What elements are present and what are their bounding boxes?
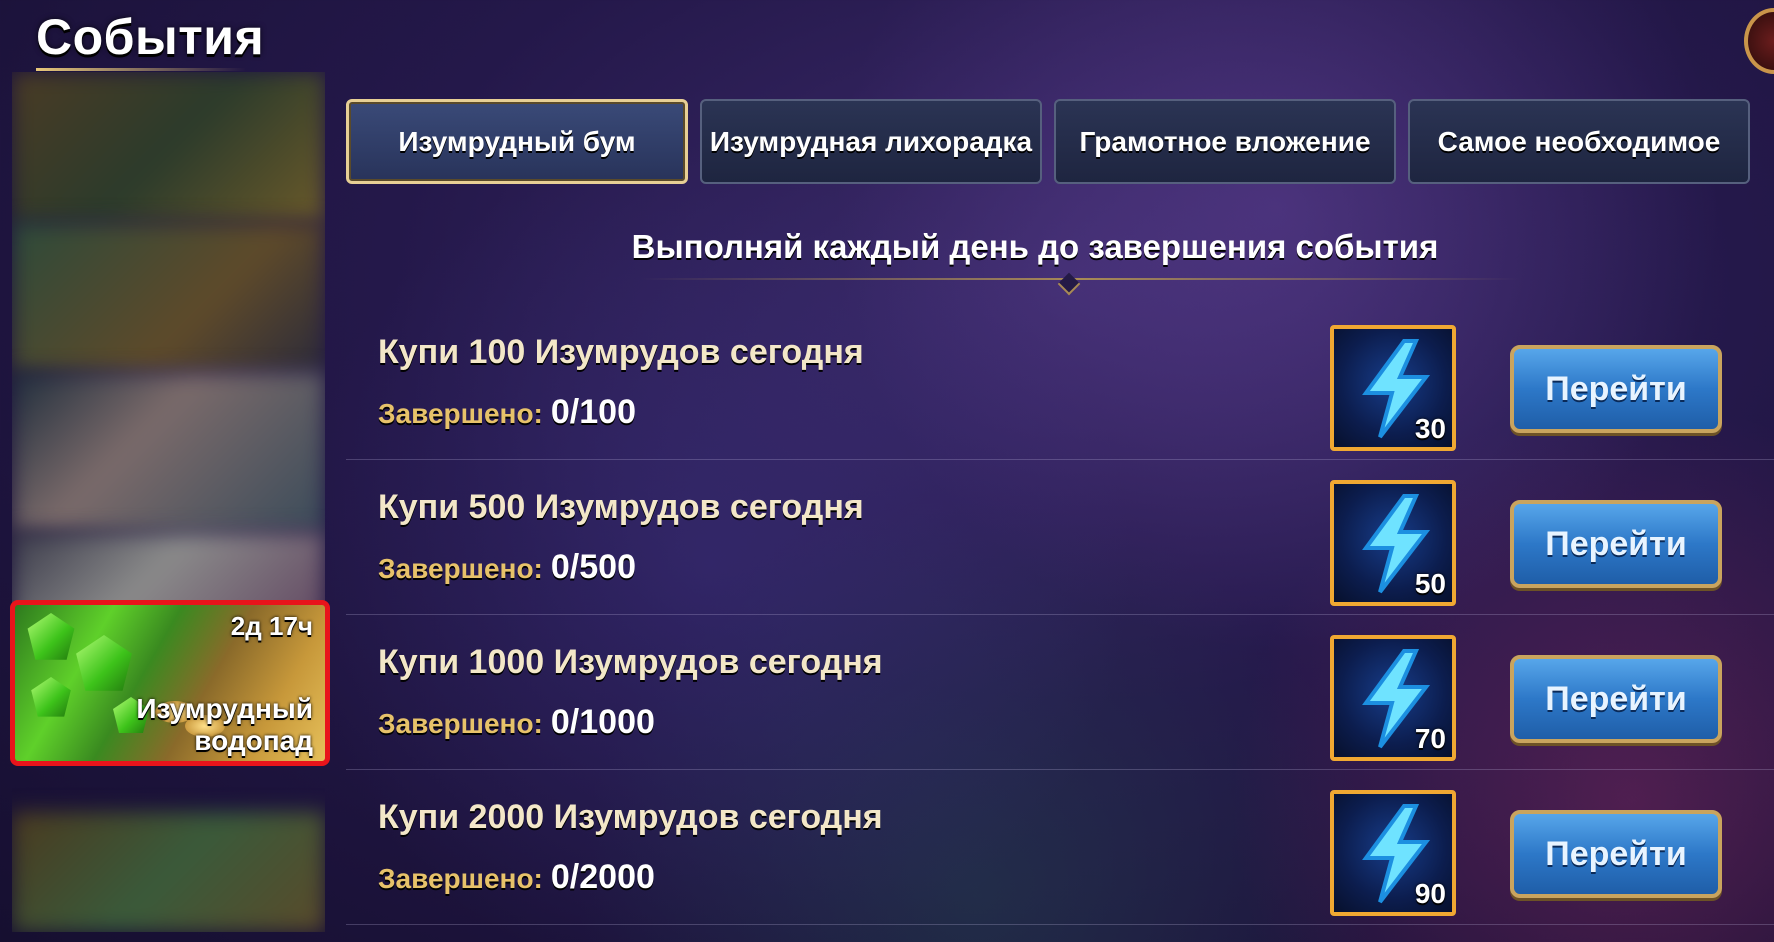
emerald-icon bbox=[31, 677, 71, 717]
tab-smart-investment[interactable]: Грамотное вложение bbox=[1054, 99, 1396, 184]
sidebar-event-emerald-waterfall[interactable]: 2д 17ч Изумрудный водопад bbox=[10, 600, 330, 766]
go-button[interactable]: Перейти bbox=[1510, 655, 1722, 743]
tab-emerald-boom[interactable]: Изумрудный бум bbox=[346, 99, 688, 184]
sidebar-event-tile[interactable] bbox=[12, 812, 325, 932]
reward-quantity: 70 bbox=[1414, 723, 1446, 754]
reward-slot[interactable]: 90 bbox=[1330, 790, 1456, 916]
tab-essentials[interactable]: Самое необходимое bbox=[1408, 99, 1750, 184]
reward-slot[interactable]: 30 bbox=[1330, 325, 1456, 451]
divider-arrow-icon bbox=[1057, 272, 1081, 296]
task-row: Купи 1000 Изумрудов сегодня Завершено: 0… bbox=[346, 615, 1774, 770]
task-progress: Завершено: 0/1000 bbox=[378, 703, 655, 742]
emerald-icon bbox=[76, 635, 132, 691]
progress-label: Завершено: bbox=[378, 553, 543, 584]
task-progress: Завершено: 0/500 bbox=[378, 548, 636, 587]
reward-quantity: 90 bbox=[1414, 878, 1446, 909]
progress-value: 0/500 bbox=[550, 548, 636, 586]
page-title: События bbox=[36, 9, 265, 65]
sidebar-event-tile[interactable] bbox=[12, 72, 325, 222]
event-timer: 2д 17ч bbox=[230, 611, 313, 641]
emerald-icon bbox=[27, 613, 75, 660]
task-title: Купи 500 Изумрудов сегодня bbox=[378, 488, 864, 526]
tab-emerald-rush[interactable]: Изумрудная лихорадка bbox=[700, 99, 1042, 184]
task-row: Купи 2000 Изумрудов сегодня Завершено: 0… bbox=[346, 770, 1774, 925]
task-title: Купи 2000 Изумрудов сегодня bbox=[378, 798, 883, 836]
event-sidebar bbox=[12, 72, 325, 932]
progress-value: 0/2000 bbox=[550, 858, 655, 896]
task-progress: Завершено: 0/2000 bbox=[378, 858, 655, 897]
task-row: Купи 100 Изумрудов сегодня Завершено: 0/… bbox=[346, 305, 1774, 460]
reward-quantity: 30 bbox=[1414, 413, 1446, 444]
task-row: Купи 500 Изумрудов сегодня Завершено: 0/… bbox=[346, 460, 1774, 615]
go-button[interactable]: Перейти bbox=[1510, 345, 1722, 433]
progress-label: Завершено: bbox=[378, 398, 543, 429]
progress-label: Завершено: bbox=[378, 708, 543, 739]
reward-quantity: 50 bbox=[1414, 568, 1446, 599]
reward-slot[interactable]: 70 bbox=[1330, 635, 1456, 761]
task-title: Купи 1000 Изумрудов сегодня bbox=[378, 643, 883, 681]
progress-value: 0/100 bbox=[550, 393, 636, 431]
go-button[interactable]: Перейти bbox=[1510, 810, 1722, 898]
progress-label: Завершено: bbox=[378, 863, 543, 894]
progress-value: 0/1000 bbox=[550, 703, 655, 741]
reward-slot[interactable]: 50 bbox=[1330, 480, 1456, 606]
event-name: Изумрудный водопад bbox=[136, 693, 313, 756]
title-underline bbox=[36, 68, 246, 71]
subtitle-divider bbox=[640, 278, 1520, 280]
section-subtitle: Выполняй каждый день до завершения событ… bbox=[631, 228, 1439, 265]
sidebar-event-tile[interactable] bbox=[12, 222, 325, 372]
close-button[interactable] bbox=[1744, 8, 1774, 74]
task-progress: Завершено: 0/100 bbox=[378, 393, 636, 432]
event-tabs: Изумрудный бум Изумрудная лихорадка Грам… bbox=[346, 99, 1750, 184]
go-button[interactable]: Перейти bbox=[1510, 500, 1722, 588]
sidebar-event-tile[interactable] bbox=[12, 372, 325, 532]
task-title: Купи 100 Изумрудов сегодня bbox=[378, 333, 864, 371]
